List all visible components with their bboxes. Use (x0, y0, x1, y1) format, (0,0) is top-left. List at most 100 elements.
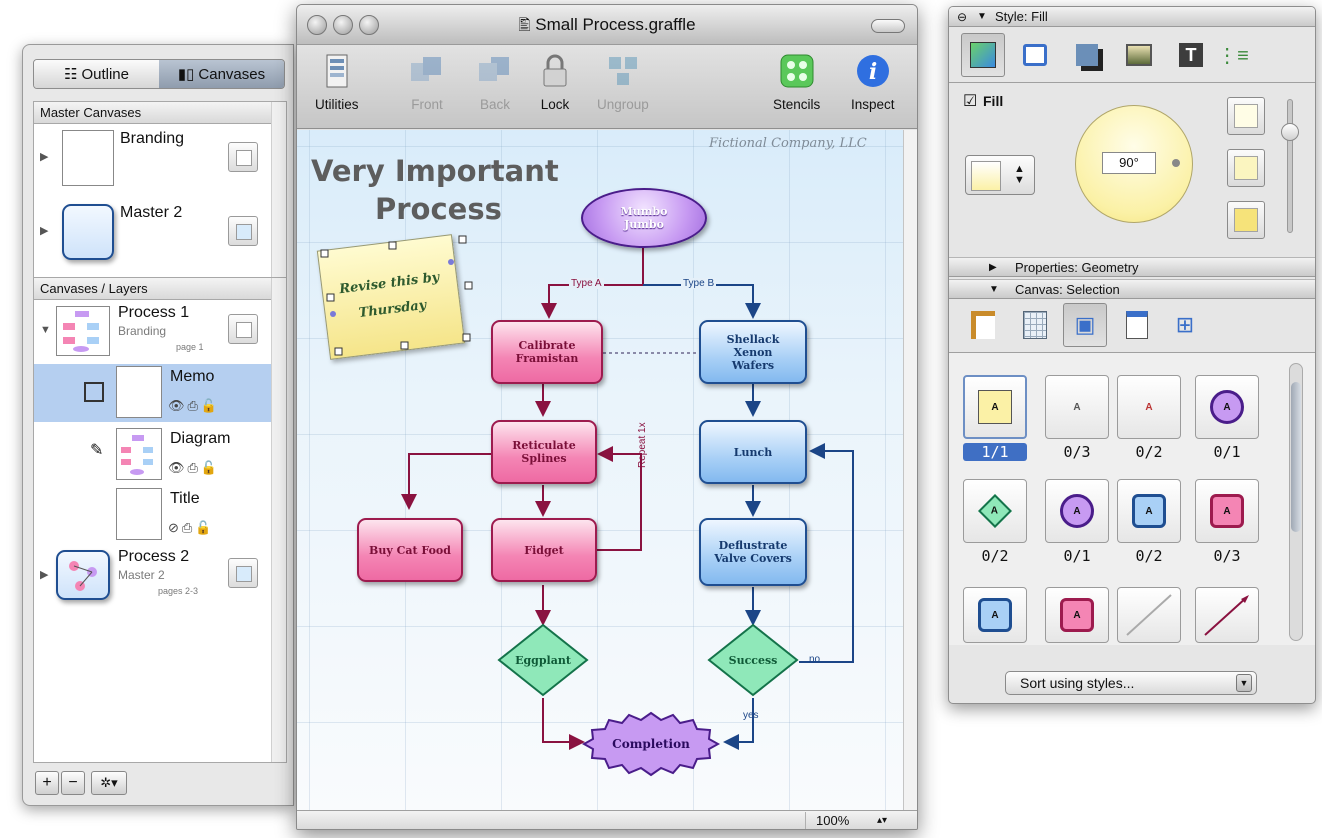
window-title: 🖺 Small Process.graffle (297, 15, 917, 40)
node-mumbo-jumbo[interactable]: Mumbo Jumbo (581, 188, 707, 248)
tab-canvas-size[interactable] (961, 303, 1005, 347)
window-titlebar[interactable]: 🖺 Small Process.graffle (297, 5, 917, 45)
master-canvas-toggle[interactable] (228, 142, 258, 172)
angle-field[interactable]: 90° (1102, 152, 1156, 174)
gradient-color-well-1[interactable] (1227, 97, 1265, 135)
tab-selection[interactable]: ▣ (1063, 303, 1107, 347)
canvas-vertical-scrollbar[interactable] (903, 130, 917, 810)
layer-item-title[interactable]: Title ⊘⎙🔓 (34, 486, 266, 544)
back-icon (477, 53, 513, 89)
selection-handles[interactable] (315, 234, 475, 364)
style-swatch-green-diamond[interactable]: A (963, 479, 1027, 543)
disclosure-triangle-icon[interactable]: ▶ (40, 224, 48, 237)
back-button[interactable]: Back (477, 53, 513, 112)
disclosure-open-icon[interactable]: ▼ (989, 280, 999, 300)
blend-slider-track[interactable] (1287, 99, 1293, 233)
tab-shadow[interactable] (1065, 33, 1109, 77)
canvases-layers-scrollbar[interactable] (271, 278, 286, 762)
style-grid-scroll-thumb[interactable] (1291, 382, 1301, 532)
ungroup-button[interactable]: Ungroup (597, 53, 649, 112)
zoom-popup[interactable]: 100% ▴▾ (805, 812, 891, 829)
gradient-color-well-3[interactable] (1227, 201, 1265, 239)
style-swatch-blue-rect[interactable]: A (1117, 479, 1181, 543)
node-shellack-xenon-wafers[interactable]: Shellack Xenon Wafers (699, 320, 807, 384)
master-canvas-item[interactable]: ▶ Branding (34, 128, 266, 196)
node-completion[interactable]: Completion (581, 710, 721, 778)
canvas-master-toggle[interactable] (228, 314, 258, 344)
master-canvases-scrollbar[interactable] (271, 102, 286, 278)
style-swatch-blue-notch[interactable]: A (963, 587, 1027, 643)
node-buy-cat-food[interactable]: Buy Cat Food (357, 518, 463, 582)
tab-grid[interactable] (1013, 303, 1057, 347)
stencils-button[interactable]: Stencils (773, 53, 820, 112)
inspect-label: Inspect (851, 97, 895, 112)
tab-outline[interactable]: ☷ Outline (34, 60, 159, 88)
disclosure-open-icon[interactable]: ▼ (40, 324, 51, 336)
style-swatch-yellow-rect[interactable]: A (963, 375, 1027, 439)
master-canvas-toggle[interactable] (228, 216, 258, 246)
disclosure-triangle-icon[interactable]: ▶ (40, 568, 48, 581)
canvas-item-process-1[interactable]: ▼ Process 1 Branding page 1 (34, 304, 266, 360)
style-swatch-pink-notch[interactable]: A (1045, 587, 1109, 643)
disclosure-open-icon[interactable]: ▼ (977, 7, 987, 27)
line-icon (1126, 594, 1172, 636)
close-palette-icon[interactable]: ⊖ (957, 7, 967, 27)
node-calibrate-framistan[interactable]: Calibrate Framistan (491, 320, 603, 384)
drawing-canvas[interactable]: Fictional Company, LLC Very Important Pr… (297, 130, 903, 810)
diagram-thumbnail-icon (69, 561, 97, 591)
style-swatch-plain-white[interactable]: A (1045, 375, 1109, 439)
front-button[interactable]: Front (409, 53, 445, 112)
layer-item-memo[interactable]: Memo 👁⎙🔓 (34, 364, 272, 422)
node-success[interactable]: Success (705, 622, 801, 698)
blend-slider-thumb[interactable] (1281, 123, 1299, 141)
node-fidget[interactable]: Fidget (491, 518, 597, 582)
fill-checkbox[interactable]: ☑ (963, 91, 977, 111)
inspect-button[interactable]: i Inspect (851, 53, 895, 112)
gradient-color-well-2[interactable] (1227, 149, 1265, 187)
toolbar-toggle-button[interactable] (871, 19, 905, 33)
layer-visibility-print-lock-icons[interactable]: 👁⎙🔓 (168, 460, 220, 476)
tab-image[interactable] (1117, 33, 1161, 77)
layer-visibility-print-lock-icons[interactable]: ⊘⎙🔓 (168, 520, 214, 536)
lock-button[interactable]: Lock (537, 53, 573, 112)
utilities-button[interactable]: Utilities (315, 53, 359, 112)
fill-type-popup[interactable]: ▲ ▼ (965, 155, 1035, 195)
tab-stroke[interactable] (1013, 33, 1057, 77)
disclosure-triangle-icon[interactable]: ▶ (40, 150, 48, 163)
layer-item-diagram[interactable]: ✎ Diagram 👁⎙🔓 (34, 426, 266, 484)
style-swatch-pink-rect[interactable]: A (1195, 479, 1259, 543)
gear-menu-button[interactable]: ✲▾ (91, 771, 127, 795)
drawer-mode-segmented-control[interactable]: ☷ Outline ▮▯ Canvases (33, 59, 285, 89)
tab-layout[interactable]: ⊞ (1163, 303, 1207, 347)
style-swatch-arrow-line[interactable] (1195, 587, 1259, 643)
node-reticulate-splines[interactable]: Reticulate Splines (491, 420, 597, 484)
master-canvas-item[interactable]: ▶ Master 2 (34, 202, 266, 270)
gradient-angle-wheel[interactable]: 90° (1075, 105, 1193, 223)
node-deflustrate-valve-covers[interactable]: Deflustrate Valve Covers (699, 518, 807, 586)
inspector-style-header[interactable]: ⊖ ▼ Style: Fill (949, 7, 1315, 27)
node-label: Success (728, 653, 778, 667)
layer-visibility-print-lock-icons[interactable]: 👁⎙🔓 (168, 398, 220, 414)
node-label: Shellack Xenon Wafers (726, 332, 780, 372)
canvas-master-toggle[interactable] (228, 558, 258, 588)
style-swatch-gray-line[interactable] (1117, 587, 1181, 643)
remove-button[interactable]: − (61, 771, 85, 795)
style-grid-scrollbar[interactable] (1289, 363, 1303, 641)
tab-document[interactable] (1115, 303, 1159, 347)
tab-text[interactable]: T (1169, 33, 1213, 77)
style-swatch-purple-circle[interactable]: A (1195, 375, 1259, 439)
canvas-item-process-2[interactable]: ▶ Process 2 Master 2 pages 2-3 (34, 548, 266, 604)
add-button[interactable]: + (35, 771, 59, 795)
angle-handle[interactable] (1172, 159, 1180, 167)
sort-styles-popup[interactable]: Sort using styles... ▼ (1005, 671, 1257, 695)
node-eggplant[interactable]: Eggplant (495, 622, 591, 698)
inspector-selection-header[interactable]: ▼ Canvas: Selection (949, 279, 1315, 299)
tab-canvases[interactable]: ▮▯ Canvases (159, 60, 284, 88)
disclosure-triangle-icon[interactable]: ▶ (989, 258, 997, 278)
style-swatch-plain-pink-text[interactable]: A (1117, 375, 1181, 439)
inspector-geometry-header[interactable]: ▶ Properties: Geometry (949, 257, 1315, 277)
style-swatch-purple-ellipse[interactable]: A (1045, 479, 1109, 543)
node-lunch[interactable]: Lunch (699, 420, 807, 484)
tab-style-list[interactable]: ⋮≡ (1211, 33, 1255, 77)
tab-fill[interactable] (961, 33, 1005, 77)
